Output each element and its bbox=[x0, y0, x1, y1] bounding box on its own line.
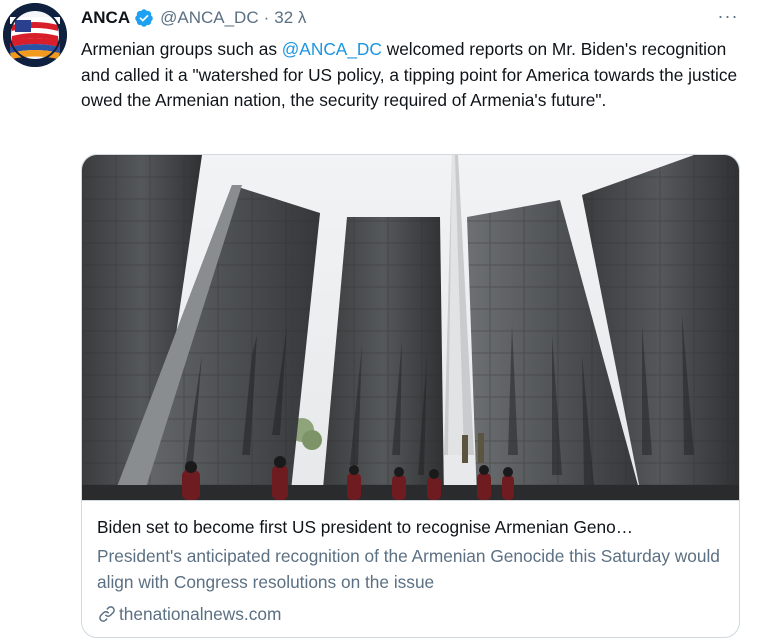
avatar[interactable] bbox=[3, 3, 67, 67]
tweet-text: Armenian groups such as @ANCA_DC welcome… bbox=[81, 37, 741, 114]
more-button[interactable]: ··· bbox=[712, 2, 744, 30]
tweet-header: ANCA @ANCA_DC · 32 λ bbox=[81, 6, 306, 30]
card-image[interactable] bbox=[82, 155, 739, 500]
tweet-text-start: Armenian groups such as bbox=[81, 39, 282, 59]
memorial-photo bbox=[82, 155, 739, 500]
more-dots-icon: ··· bbox=[717, 5, 739, 26]
anca-logo-flag-icon bbox=[3, 3, 67, 67]
link-icon bbox=[97, 604, 117, 624]
card-body[interactable]: Biden set to become first US president t… bbox=[82, 500, 739, 637]
card-description: President's anticipated recognition of t… bbox=[97, 546, 720, 592]
display-name[interactable]: ANCA bbox=[81, 8, 130, 28]
verified-badge-icon bbox=[134, 8, 154, 28]
mention-link[interactable]: @ANCA_DC bbox=[282, 39, 382, 59]
card-domain-text[interactable]: thenationalnews.com bbox=[119, 602, 281, 626]
card-title[interactable]: Biden set to become first US president t… bbox=[97, 515, 727, 539]
tweet[interactable]: ANCA @ANCA_DC · 32 λ ··· Armenian groups… bbox=[0, 0, 760, 644]
handle[interactable]: @ANCA_DC bbox=[160, 8, 259, 28]
separator-dot: · bbox=[263, 8, 270, 27]
link-card[interactable]: Biden set to become first US president t… bbox=[81, 154, 740, 638]
timestamp[interactable]: 32 λ bbox=[274, 8, 306, 28]
card-domain[interactable]: thenationalnews.com bbox=[97, 602, 281, 626]
